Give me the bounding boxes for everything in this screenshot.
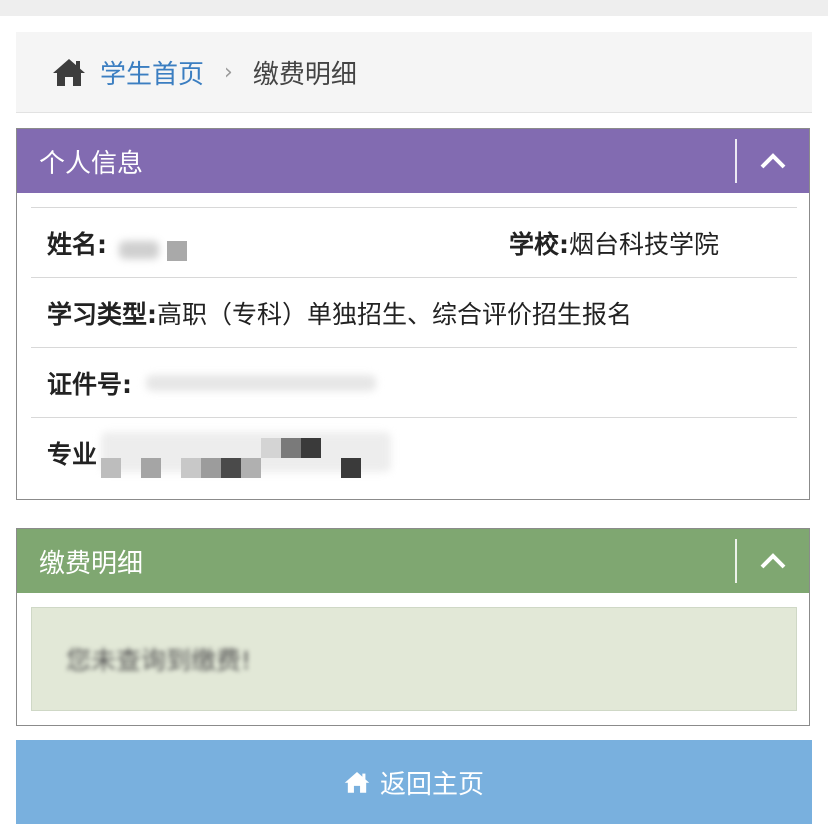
name-redacted xyxy=(119,240,159,259)
fee-detail-panel: 缴费明细 您未查询到缴费! xyxy=(16,528,810,726)
page: 学生首页 › 缴费明细 个人信息 姓名: 学校: 烟台科技学院 学习类型: 高职… xyxy=(0,0,828,835)
header-divider xyxy=(735,139,737,183)
breadcrumb-separator: › xyxy=(224,59,233,85)
chevron-up-icon[interactable] xyxy=(757,545,789,577)
study-type-label: 学习类型: xyxy=(47,299,157,329)
name-label: 姓名: xyxy=(47,229,107,259)
breadcrumb: 学生首页 › 缴费明细 xyxy=(16,32,812,113)
chevron-up-icon[interactable] xyxy=(757,145,789,177)
fee-detail-header: 缴费明细 xyxy=(17,529,809,593)
major-label: 专业 xyxy=(47,439,98,469)
info-row-name: 姓名: 学校: 烟台科技学院 xyxy=(31,207,797,277)
info-row-id-number: 证件号: xyxy=(31,347,797,417)
breadcrumb-home-link[interactable]: 学生首页 xyxy=(100,54,204,91)
school-field: 学校: 烟台科技学院 xyxy=(509,208,719,277)
name-redacted-pixel xyxy=(167,240,187,261)
panel-title: 缴费明细 xyxy=(39,548,144,579)
back-home-label: 返回主页 xyxy=(379,769,484,800)
fee-message: 您未查询到缴费! xyxy=(66,646,252,675)
personal-info-body: 姓名: 学校: 烟台科技学院 学习类型: 高职（专科）单独招生、综合评价招生报名… xyxy=(31,207,797,487)
school-value: 烟台科技学院 xyxy=(569,229,720,259)
major-redacted xyxy=(101,428,392,478)
home-icon[interactable] xyxy=(52,55,86,89)
personal-info-header: 个人信息 xyxy=(17,129,809,193)
id-number-label: 证件号: xyxy=(47,369,132,399)
top-strip xyxy=(0,0,828,16)
study-type-value: 高职（专科）单独招生、综合评价招生报名 xyxy=(157,299,633,329)
fee-alert: 您未查询到缴费! xyxy=(31,607,797,711)
info-row-study-type: 学习类型: 高职（专科）单独招生、综合评价招生报名 xyxy=(31,277,797,347)
personal-info-panel: 个人信息 姓名: 学校: 烟台科技学院 学习类型: 高职（专科）单独招生、综合评… xyxy=(16,128,810,500)
school-label: 学校: xyxy=(509,229,569,259)
home-icon xyxy=(344,769,370,795)
info-row-major: 专业 xyxy=(31,417,797,487)
panel-title: 个人信息 xyxy=(39,148,144,179)
id-number-redacted xyxy=(146,374,376,391)
header-divider xyxy=(735,539,737,583)
breadcrumb-current: 缴费明细 xyxy=(252,59,357,90)
back-home-button[interactable]: 返回主页 xyxy=(16,740,812,824)
